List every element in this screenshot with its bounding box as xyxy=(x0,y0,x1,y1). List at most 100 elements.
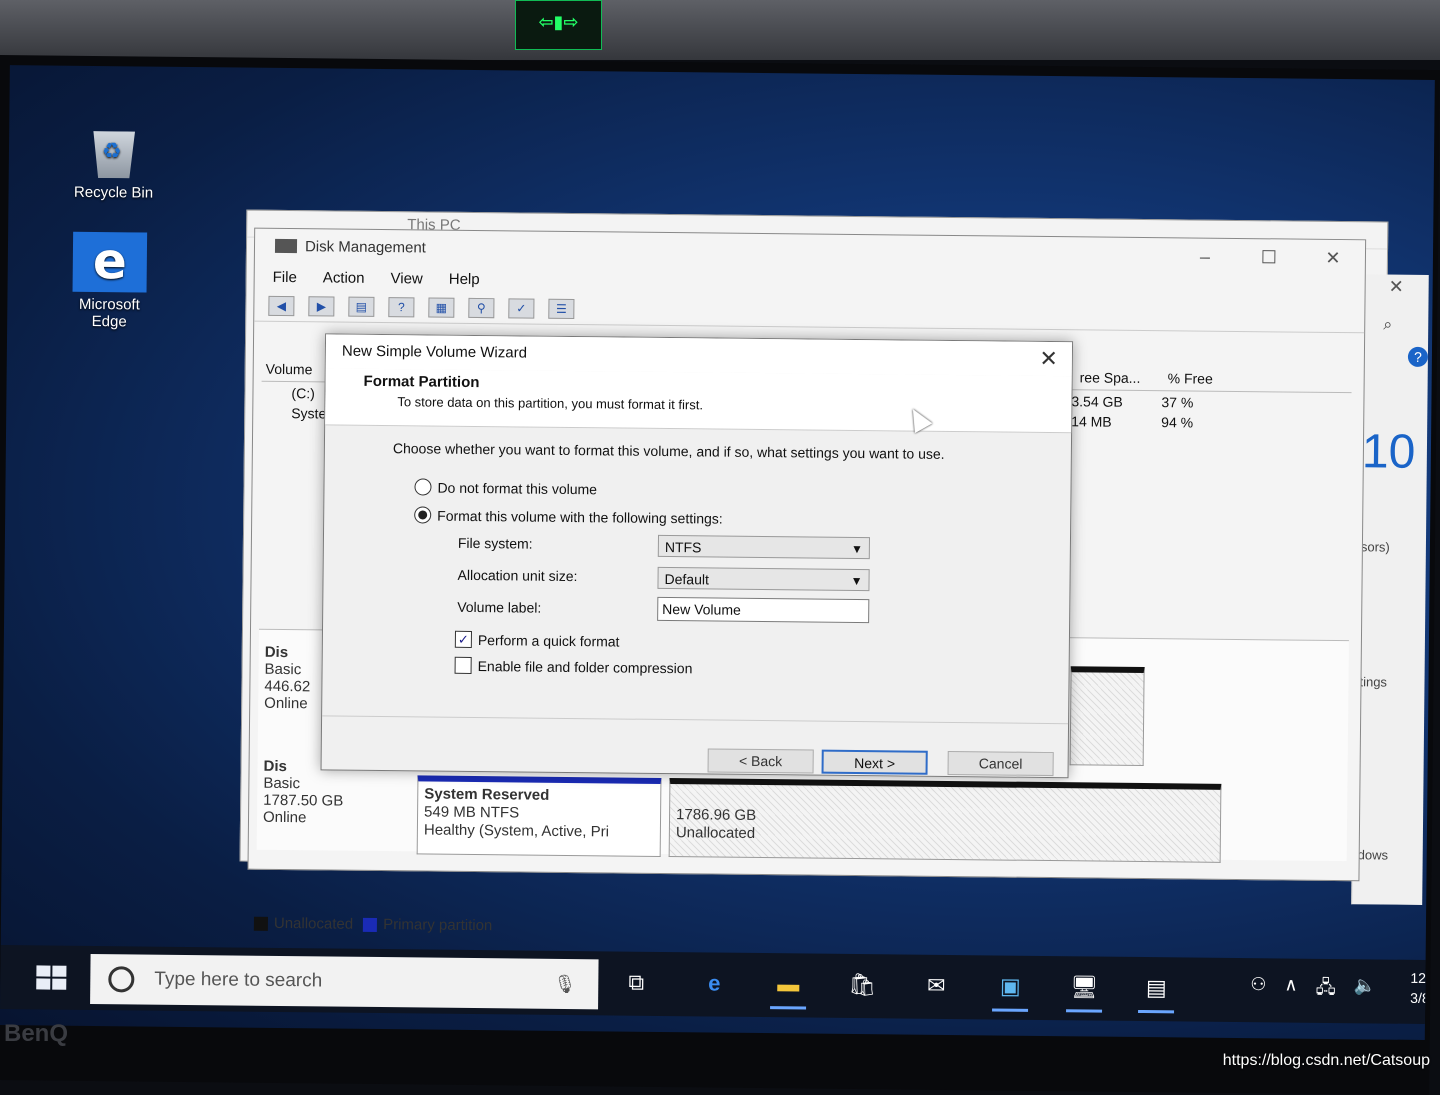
edge-icon: e xyxy=(72,231,148,293)
task-view-icon[interactable]: ⧉ xyxy=(618,966,654,1000)
legend-unallocated: Unallocated xyxy=(273,914,354,933)
minimize-button[interactable]: – xyxy=(1173,238,1237,275)
disk0-info[interactable]: Dis Basic 446.62 Online xyxy=(264,644,311,712)
back-arrow-icon[interactable]: ◀ xyxy=(268,295,295,317)
file-system-value: NTFS xyxy=(664,538,702,556)
file-explorer-taskbar-icon[interactable]: ▬ xyxy=(770,967,806,1001)
menu-file[interactable]: File xyxy=(273,265,297,291)
close-icon[interactable]: ✕ xyxy=(1389,277,1404,298)
search-icon[interactable]: ⌕ xyxy=(1383,317,1392,335)
console-tree-icon[interactable]: ▤ xyxy=(348,296,375,317)
volume-label-input[interactable]: New Volume xyxy=(657,596,870,624)
disk1-type: Basic xyxy=(263,774,301,793)
menu-view[interactable]: View xyxy=(390,266,423,292)
window-controls: – ☐ ✕ xyxy=(1173,238,1365,276)
volume-row[interactable]: Syste xyxy=(267,405,326,421)
radio-format[interactable] xyxy=(414,506,432,524)
list-icon[interactable]: ☰ xyxy=(548,298,575,320)
volume-icon[interactable]: 🔈 xyxy=(1354,975,1377,1005)
compression-checkbox[interactable] xyxy=(454,656,472,674)
volume-name: (C:) xyxy=(291,385,315,402)
partition-name: System Reserved xyxy=(424,785,550,804)
recycle-bin-label: Recycle Bin xyxy=(73,183,154,202)
partition-size: 549 MB NTFS xyxy=(424,803,520,822)
legend: Unallocated Primary partition xyxy=(253,914,492,934)
properties-icon[interactable]: ▦ xyxy=(428,297,455,318)
check-icon[interactable]: ✓ xyxy=(508,298,535,319)
allocation-size-select[interactable]: Default ▼ xyxy=(657,566,870,592)
network-icon[interactable]: 🖧 xyxy=(1315,975,1336,1005)
ceiling xyxy=(0,0,1440,60)
next-button[interactable]: Next > xyxy=(821,749,928,775)
volume-label-label: Volume label: xyxy=(457,598,542,616)
compression-option[interactable]: Enable file and folder compression xyxy=(454,656,693,676)
disk-management-title: Disk Management xyxy=(304,238,426,257)
column-volume[interactable]: Volume xyxy=(266,361,313,377)
settings-fragment-2[interactable]: tings xyxy=(1359,674,1387,689)
chevron-up-icon[interactable]: ∧ xyxy=(1284,975,1297,1005)
menu-action[interactable]: Action xyxy=(323,265,365,291)
search-placeholder: Type here to search xyxy=(154,968,323,992)
option-format-label: Format this volume with the following se… xyxy=(437,507,723,527)
column-pct-free[interactable]: % Free xyxy=(1168,370,1213,386)
edge-taskbar-icon[interactable]: e xyxy=(696,966,732,1000)
radio-no-format[interactable] xyxy=(414,478,432,496)
microphone-icon[interactable]: 🎙 xyxy=(553,973,576,994)
help-icon[interactable]: ? xyxy=(1407,346,1429,367)
disk0-status: Online xyxy=(264,694,308,713)
disk1-status: Online xyxy=(262,808,307,827)
start-button[interactable] xyxy=(36,965,67,990)
app-taskbar-icon[interactable]: ▣ xyxy=(992,969,1028,1003)
option-no-format[interactable]: Do not format this volume xyxy=(414,478,597,497)
remote-desktop-taskbar-icon[interactable]: 🖥 xyxy=(1066,970,1102,1004)
volume-pct: 94 % xyxy=(1161,414,1194,431)
partition-status: Healthy (System, Active, Pri xyxy=(423,821,610,841)
back-button[interactable]: < Back xyxy=(707,748,814,774)
menu-help[interactable]: Help xyxy=(449,267,480,293)
wizard-body: Choose whether you want to format this v… xyxy=(322,425,1072,725)
recycle-bin-icon xyxy=(88,126,141,179)
help-book-icon[interactable]: ? xyxy=(388,297,415,318)
cortana-icon xyxy=(108,966,135,993)
wizard-close-button[interactable]: ✕ xyxy=(1039,342,1058,376)
column-free-space[interactable]: ree Spa... xyxy=(1080,369,1141,386)
forward-arrow-icon[interactable]: ▶ xyxy=(308,296,335,317)
edge-label-line1: Microsoft xyxy=(78,295,140,314)
connect-icon[interactable]: ⚲ xyxy=(468,297,495,319)
clock[interactable]: 12:5 3/8 xyxy=(1410,968,1435,1008)
allocation-size-value: Default xyxy=(664,570,709,588)
disk-management-app-icon xyxy=(274,238,298,254)
compression-label: Enable file and folder compression xyxy=(477,657,693,676)
volume-free: 3.54 GB xyxy=(1071,393,1123,410)
file-system-select[interactable]: NTFS ▼ xyxy=(657,534,870,560)
allocation-size-label: Allocation unit size: xyxy=(457,566,578,585)
monitor-brand-logo: BenQ xyxy=(4,1020,69,1047)
quick-format-checkbox[interactable]: ✓ xyxy=(454,630,472,648)
unallocated-partition[interactable]: 1786.96 GB Unallocated xyxy=(668,778,1222,863)
edge-desktop-icon[interactable]: e Microsoft Edge xyxy=(59,231,160,331)
disk1-size: 1787.50 GB xyxy=(263,791,344,810)
mail-taskbar-icon[interactable]: ✉ xyxy=(918,969,954,1003)
recycle-bin-desktop-icon[interactable]: Recycle Bin xyxy=(63,126,164,202)
disk0-type: Basic xyxy=(264,660,302,679)
close-window-button[interactable]: ✕ xyxy=(1301,240,1365,277)
screen: Recycle Bin e Microsoft Edge This PC ✕ ⌕… xyxy=(0,65,1435,1040)
disk0-label: Dis xyxy=(264,643,289,662)
disk-management-taskbar-icon[interactable]: ▤ xyxy=(1138,971,1174,1005)
settings-fragment-3[interactable]: dows xyxy=(1358,847,1389,862)
taskbar-search-box[interactable]: Type here to search 🎙 xyxy=(90,953,599,1010)
option-format[interactable]: Format this volume with the following se… xyxy=(414,506,723,526)
edge-label-line2: Edge xyxy=(91,312,127,331)
volume-pct: 37 % xyxy=(1161,394,1194,411)
quick-format-option[interactable]: ✓ Perform a quick format xyxy=(454,630,620,650)
system-reserved-partition[interactable]: System Reserved 549 MB NTFS Healthy (Sys… xyxy=(416,775,662,857)
maximize-button[interactable]: ☐ xyxy=(1237,239,1301,276)
cancel-button[interactable]: Cancel xyxy=(947,750,1054,777)
unallocated-partition[interactable] xyxy=(1069,666,1145,767)
option-no-format-label: Do not format this volume xyxy=(437,479,598,497)
people-icon[interactable]: ⚇ xyxy=(1250,974,1266,1004)
watermark: https://blog.csdn.net/Catsoup xyxy=(1222,1052,1430,1069)
volume-row[interactable]: (C:) xyxy=(267,385,314,401)
store-taskbar-icon[interactable]: 🛍 xyxy=(844,968,880,1002)
volume-free: 14 MB xyxy=(1071,413,1112,430)
